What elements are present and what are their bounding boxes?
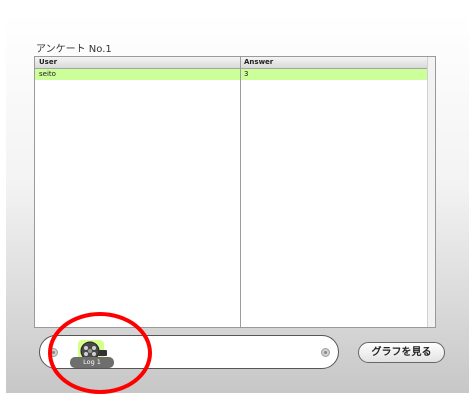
scroll-right-icon[interactable] <box>321 348 330 357</box>
column-header-user[interactable]: User <box>39 57 57 68</box>
vertical-scrollbar[interactable] <box>427 57 435 327</box>
survey-title: アンケート No.1 <box>36 44 112 55</box>
table-header <box>35 57 435 69</box>
view-graph-button[interactable]: グラフを見る <box>358 342 445 363</box>
answers-table: User Answer seito 3 <box>34 56 436 328</box>
cell-answer: 3 <box>244 70 249 78</box>
cell-user: seito <box>39 70 56 78</box>
table-row[interactable] <box>35 69 435 80</box>
column-header-answer[interactable]: Answer <box>244 57 273 68</box>
highlight-circle <box>48 312 152 394</box>
column-divider[interactable] <box>240 57 241 327</box>
